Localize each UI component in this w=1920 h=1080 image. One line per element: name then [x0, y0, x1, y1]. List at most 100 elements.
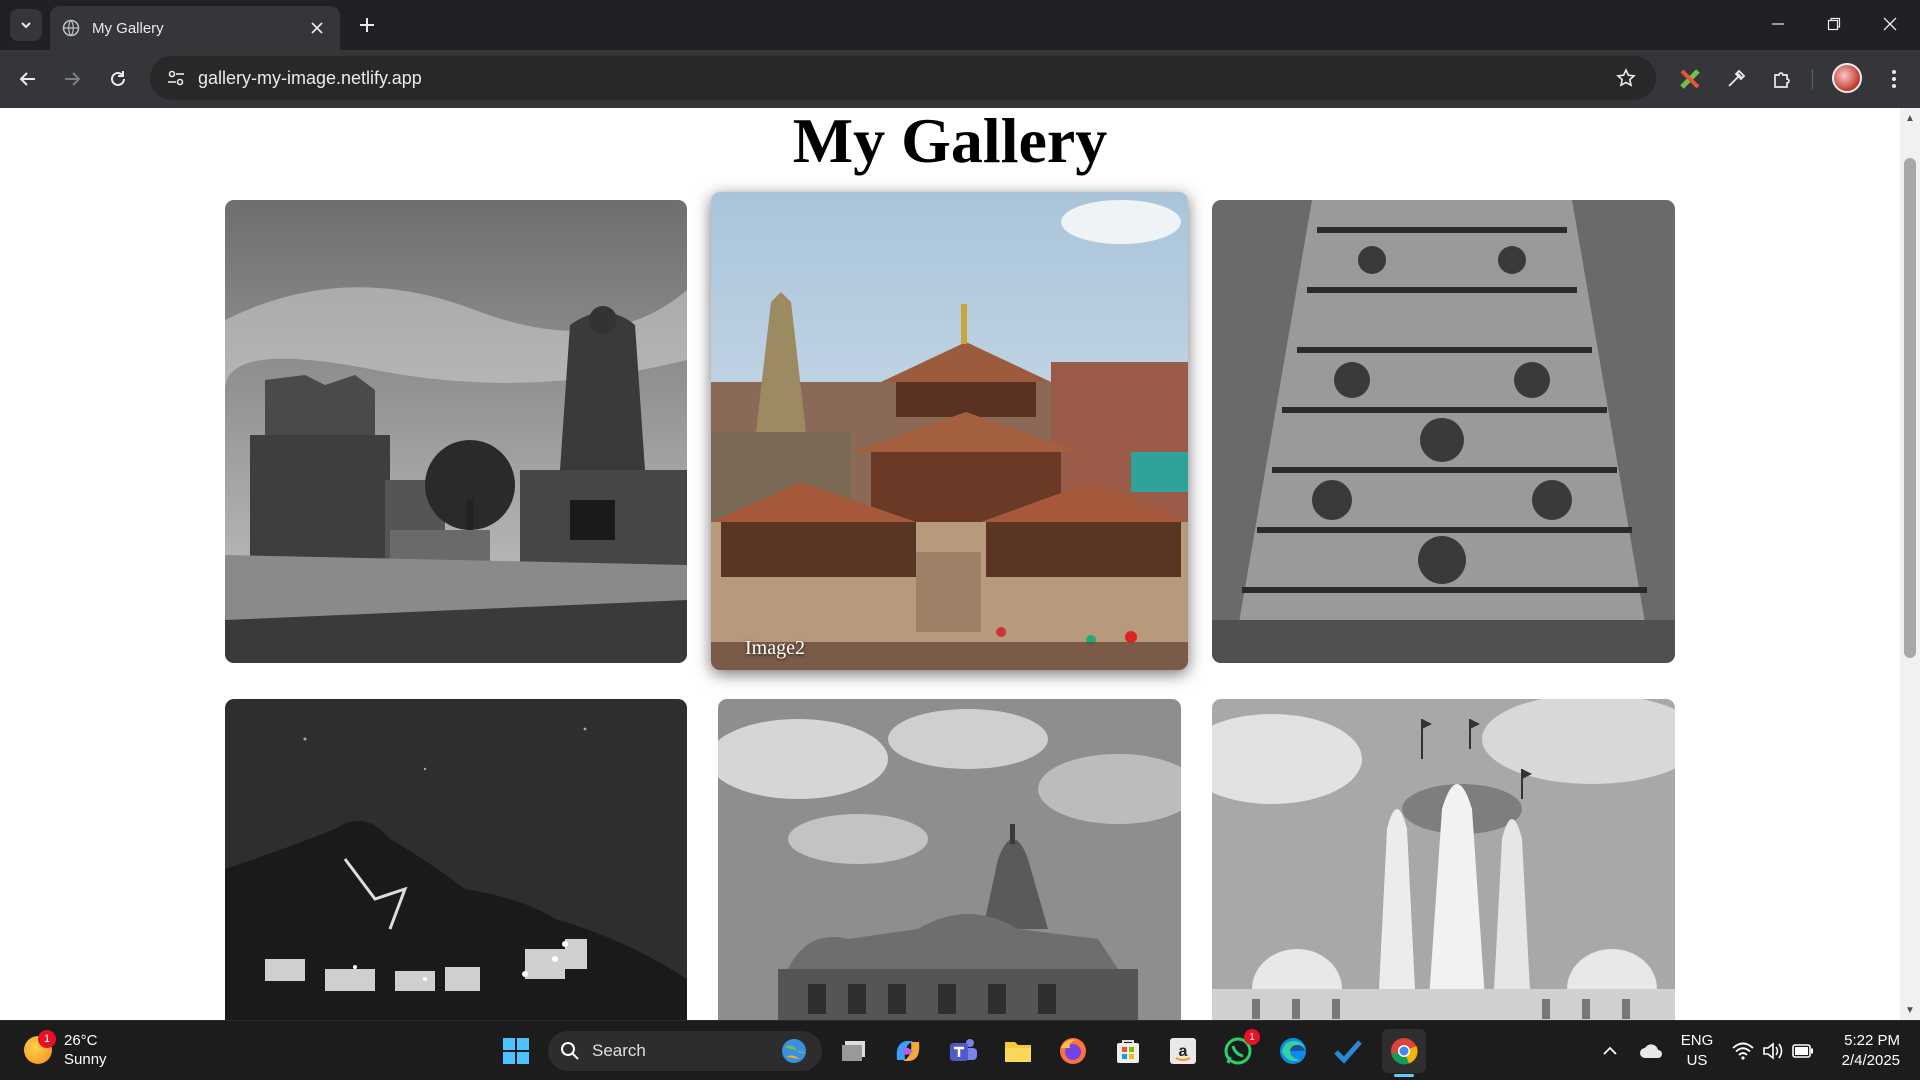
back-button[interactable] [12, 63, 44, 95]
teams-icon [950, 1039, 977, 1061]
edge-icon [1280, 1038, 1306, 1064]
svg-text:a: a [1179, 1043, 1188, 1060]
windows-logo-icon [503, 1038, 529, 1064]
minimize-button[interactable] [1750, 0, 1806, 48]
profile-avatar[interactable] [1832, 63, 1862, 93]
weather-desc: Sunny [64, 1051, 107, 1068]
temple-photo-3 [1212, 200, 1675, 663]
task-view-button[interactable] [833, 1029, 877, 1073]
cloud-icon [1640, 1044, 1662, 1058]
chrome-icon [1391, 1038, 1418, 1065]
show-hidden-icons-button[interactable] [1598, 1021, 1622, 1080]
browser-toolbar: gallery-my-image.netlify.app [0, 50, 1920, 108]
scroll-down-arrow-icon[interactable]: ▼ [1900, 1002, 1920, 1018]
copilot-icon [896, 1041, 920, 1061]
extensions-button[interactable] [1766, 63, 1798, 95]
whatsapp-badge: 1 [1244, 1029, 1260, 1045]
close-icon [1883, 17, 1897, 31]
puzzle-icon [1774, 72, 1790, 88]
page-title: My Gallery [792, 108, 1108, 176]
lang-line-2: US [1686, 1052, 1708, 1069]
taskbar-search[interactable]: Search [548, 1031, 822, 1071]
windows-taskbar: 1 26°C Sunny Search a 1 ENG US 5:22 PM 2… [0, 1020, 1920, 1080]
wifi-icon [1732, 1042, 1754, 1060]
tab-search-button[interactable] [10, 9, 42, 41]
globe-icon [62, 19, 80, 37]
gallery-image-4[interactable] [225, 699, 687, 1020]
tune-icon [168, 70, 184, 86]
weather-widget[interactable]: 1 26°C Sunny [24, 1030, 107, 1069]
tab-title: My Gallery [92, 19, 164, 37]
edge-button[interactable] [1271, 1029, 1315, 1073]
folder-icon [1005, 1042, 1031, 1062]
volume-icon [1763, 1042, 1783, 1060]
task-view-icon [842, 1041, 865, 1061]
weather-temp: 26°C [64, 1032, 98, 1049]
reload-button[interactable] [102, 63, 134, 95]
weather-badge: 1 [38, 1030, 56, 1048]
active-app-indicator [1394, 1074, 1414, 1077]
amazon-icon: a [1170, 1038, 1196, 1064]
forward-button[interactable] [56, 63, 88, 95]
clock-time: 5:22 PM [1844, 1032, 1900, 1049]
restore-icon [1827, 17, 1841, 31]
system-clock[interactable]: 5:22 PM 2/4/2025 [1820, 1031, 1900, 1071]
extension-logo-icon [1680, 69, 1700, 89]
page-scrollbar[interactable]: ▲ ▼ [1900, 108, 1920, 1020]
plus-icon [360, 18, 374, 32]
arrow-right-icon [65, 72, 81, 86]
more-vert-icon [1892, 70, 1896, 88]
tab-close-icon[interactable] [306, 17, 328, 39]
teams-button[interactable] [941, 1029, 985, 1073]
whatsapp-button[interactable]: 1 [1216, 1029, 1260, 1073]
site-info-button[interactable] [156, 58, 196, 98]
microsoft-store-button[interactable] [1106, 1029, 1150, 1073]
gallery-image-1[interactable] [225, 200, 687, 663]
image-caption: Image2 [745, 637, 805, 659]
start-button[interactable] [494, 1029, 538, 1073]
scrollbar-thumb[interactable] [1904, 158, 1916, 658]
language-indicator[interactable]: ENG US [1680, 1031, 1714, 1071]
todo-button[interactable] [1326, 1029, 1370, 1073]
minimize-icon [1772, 23, 1784, 25]
gallery-image-3[interactable] [1212, 200, 1675, 663]
chrome-menu-button[interactable] [1878, 63, 1910, 95]
tab-strip: My Gallery [0, 0, 1920, 50]
globe-highlight-icon [782, 1039, 806, 1063]
temple-photo-2 [711, 192, 1188, 670]
temple-photo-1 [225, 200, 687, 663]
battery-icon [1792, 1044, 1813, 1058]
clock-date: 2/4/2025 [1841, 1052, 1900, 1069]
chrome-taskbar-button[interactable] [1382, 1029, 1426, 1073]
amazon-button[interactable]: a [1161, 1029, 1205, 1073]
arrow-left-icon [19, 72, 35, 86]
search-label: Search [592, 1041, 646, 1060]
wifi-button[interactable] [1730, 1021, 1756, 1080]
temple-photo-5 [718, 699, 1181, 1020]
address-bar[interactable]: gallery-my-image.netlify.app [150, 56, 1656, 100]
gallery-image-2[interactable]: Image2 [711, 192, 1188, 670]
store-icon [1117, 1040, 1139, 1063]
file-explorer-button[interactable] [996, 1029, 1040, 1073]
onedrive-button[interactable] [1636, 1021, 1666, 1080]
url-text[interactable]: gallery-my-image.netlify.app [198, 68, 1606, 89]
gallery-image-6[interactable] [1212, 699, 1675, 1020]
hill-town-photo [225, 699, 687, 1020]
extension-button[interactable] [1674, 63, 1706, 95]
toolbar-divider [1812, 69, 1813, 89]
page-viewport: My Gallery Image2 ▲ ▼ [0, 108, 1920, 1020]
chevron-up-icon [1603, 1046, 1617, 1055]
tab-my-gallery[interactable]: My Gallery [50, 6, 340, 50]
eyedropper-button[interactable] [1720, 63, 1752, 95]
new-tab-button[interactable] [352, 10, 382, 40]
close-window-button[interactable] [1862, 0, 1918, 48]
gallery-image-5[interactable] [718, 699, 1181, 1020]
battery-button[interactable] [1790, 1021, 1816, 1080]
restore-button[interactable] [1806, 0, 1862, 48]
scroll-up-arrow-icon[interactable]: ▲ [1900, 110, 1920, 126]
bookmark-button[interactable] [1606, 58, 1646, 98]
firefox-button[interactable] [1051, 1029, 1095, 1073]
temple-photo-6 [1212, 699, 1675, 1020]
volume-button[interactable] [1760, 1021, 1786, 1080]
copilot-button[interactable] [886, 1029, 930, 1073]
